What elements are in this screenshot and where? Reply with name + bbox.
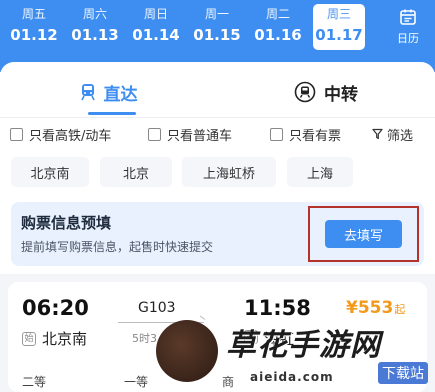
weekday-label: 周五: [21, 7, 46, 21]
date-label: 01.17: [315, 26, 363, 44]
divider: [0, 117, 435, 118]
checkbox[interactable]: [10, 127, 23, 141]
station-label: 上海虹桥: [202, 166, 255, 182]
filter-regular-train[interactable]: 只看普通车: [148, 124, 232, 144]
station-label: 北京: [122, 166, 149, 182]
filter-label: 只看有票: [289, 128, 342, 144]
filter-button-label: 筛选: [387, 128, 414, 144]
watermark-domain: aieida.com: [250, 370, 334, 384]
tab-transfer[interactable]: 中转: [217, 76, 435, 108]
filter-tickets-available[interactable]: 只看有票: [270, 124, 341, 144]
search-options-panel: 直达 中转 只看高铁/动车 只看普通车 只看有票 筛选 北京南 北京 上海虹桥 …: [0, 62, 435, 274]
prefill-highlight-box: 去填写: [308, 206, 419, 262]
date-item-0117-selected[interactable]: 周三 01.17: [313, 4, 365, 50]
weekday-label: 周六: [82, 7, 107, 21]
funnel-icon: [372, 128, 383, 140]
watermark-title: 草花手游网: [226, 328, 381, 363]
seat-class-first: 一等: [124, 375, 149, 389]
watermark-logo-icon: [156, 320, 218, 382]
station-label: 上海: [306, 166, 333, 182]
filter-label: 只看高铁/动车: [29, 128, 112, 144]
go-fill-button[interactable]: 去填写: [325, 220, 402, 248]
ticket-prefill-banner: 购票信息预填 提前填写购票信息，起售时快速提交 去填写: [11, 202, 424, 266]
station-chip-beijingnan[interactable]: 北京南: [11, 157, 89, 187]
calendar-button[interactable]: 日历: [384, 4, 432, 50]
date-item-0115[interactable]: 周一 01.15: [191, 4, 243, 50]
departure-time: 06:20: [22, 296, 89, 320]
departure-station: 始 北京南: [22, 328, 87, 349]
seat-class-second: 二等: [22, 375, 47, 389]
date-item-0112[interactable]: 周五 01.12: [8, 4, 60, 50]
station-chip-beijing[interactable]: 北京: [100, 157, 172, 187]
active-tab-indicator: [88, 112, 136, 115]
watermark-badge: 下载站: [378, 362, 428, 384]
start-station-badge: 始: [22, 331, 36, 346]
calendar-label: 日历: [397, 32, 419, 45]
date-label: 01.15: [193, 26, 241, 44]
date-label: 01.14: [132, 26, 180, 44]
prefill-description: 提前填写购票信息，起售时快速提交: [21, 240, 214, 254]
tab-direct[interactable]: 直达: [0, 76, 217, 108]
tab-transfer-label: 中转: [324, 84, 358, 105]
station-chip-shanghaihongqiao[interactable]: 上海虹桥: [182, 157, 276, 187]
date-item-0116[interactable]: 周二 01.16: [252, 4, 304, 50]
calendar-icon: [400, 9, 416, 25]
filter-label: 只看普通车: [167, 128, 233, 144]
tab-direct-label: 直达: [103, 84, 138, 105]
station-chip-shanghai[interactable]: 上海: [287, 157, 353, 187]
watermark: 草花手游网 aieida.com 下载站: [146, 314, 435, 392]
prefill-title: 购票信息预填: [21, 214, 112, 232]
checkbox[interactable]: [148, 127, 161, 141]
date-label: 01.13: [71, 26, 119, 44]
transfer-train-icon: [294, 81, 316, 103]
filter-button[interactable]: 筛选: [372, 124, 413, 144]
station-label: 北京南: [30, 166, 70, 182]
date-label: 01.12: [10, 26, 58, 44]
weekday-label: 周一: [204, 7, 229, 21]
filter-high-speed[interactable]: 只看高铁/动车: [10, 124, 111, 144]
train-icon: [80, 84, 95, 101]
weekday-label: 周二: [265, 7, 290, 21]
date-label: 01.16: [254, 26, 302, 44]
checkbox[interactable]: [270, 127, 283, 141]
departure-station-name: 北京南: [42, 330, 88, 348]
weekday-label: 周三: [326, 7, 351, 21]
date-item-0114[interactable]: 周日 01.14: [130, 4, 182, 50]
weekday-label: 周日: [143, 7, 168, 21]
date-item-0113[interactable]: 周六 01.13: [69, 4, 121, 50]
